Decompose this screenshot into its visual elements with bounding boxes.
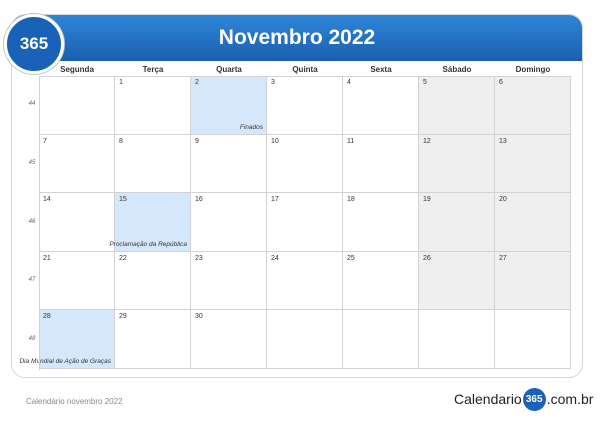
day-header-6: Domingo bbox=[515, 65, 551, 74]
day-number: 5 bbox=[423, 79, 427, 86]
day-cell-18[interactable]: 18 bbox=[343, 193, 419, 252]
empty-cell bbox=[39, 76, 115, 135]
day-number: 18 bbox=[347, 196, 355, 204]
day-number: 11 bbox=[347, 137, 355, 145]
day-cell-11[interactable]: 11 bbox=[343, 134, 419, 194]
day-cell-15[interactable]: 15 Proclamação da República bbox=[109, 193, 191, 252]
week-number: 47 bbox=[28, 277, 36, 284]
empty-cell bbox=[343, 310, 419, 369]
day-header-2: Quarta bbox=[216, 65, 242, 74]
day-number: 2 bbox=[195, 79, 199, 86]
day-number: 9 bbox=[195, 137, 199, 145]
day-cell-16[interactable]: 16 bbox=[191, 193, 267, 252]
day-number: 15 bbox=[119, 196, 127, 204]
day-header-5: Sábado bbox=[442, 65, 472, 74]
day-number: 30 bbox=[195, 313, 203, 321]
day-cell-8[interactable]: 8 bbox=[115, 134, 191, 194]
day-number: 25 bbox=[347, 254, 355, 262]
logo-text-pre: Calendario bbox=[454, 391, 522, 407]
grid-left-line bbox=[39, 76, 40, 370]
logo-text-post: .com.br bbox=[546, 391, 594, 407]
logo-circle: 365 bbox=[522, 387, 546, 411]
holiday-label: Proclamação da República bbox=[109, 240, 187, 248]
day-cell-5[interactable]: 5 bbox=[419, 76, 495, 135]
day-cell-7[interactable]: 7 bbox=[39, 134, 115, 194]
day-cell-25[interactable]: 25 bbox=[343, 251, 419, 311]
page-title: Novembro 2022 bbox=[218, 26, 376, 49]
week-number: 48 bbox=[28, 335, 36, 342]
day-cell-21[interactable]: 21 bbox=[39, 251, 115, 311]
week-number: 45 bbox=[28, 159, 36, 166]
day-cell-17[interactable]: 17 bbox=[267, 193, 343, 252]
day-cell-28[interactable]: 28 Dia Mundial de Ação de Graças bbox=[19, 310, 115, 369]
day-cell-22[interactable]: 22 bbox=[115, 251, 191, 311]
day-number: 17 bbox=[271, 196, 279, 204]
site-logo[interactable]: Calendario 365 .com.br bbox=[454, 387, 593, 411]
day-number: 21 bbox=[43, 254, 51, 262]
day-number: 26 bbox=[423, 254, 431, 262]
day-cell-29[interactable]: 29 bbox=[115, 310, 191, 369]
empty-cell bbox=[267, 310, 343, 369]
day-cell-24[interactable]: 24 bbox=[267, 251, 343, 311]
day-cell-10[interactable]: 10 bbox=[267, 134, 343, 194]
day-cell-13[interactable]: 13 bbox=[495, 134, 571, 194]
empty-cell bbox=[495, 310, 571, 369]
day-cell-2[interactable]: 2 Finados bbox=[191, 76, 267, 135]
week-number: 44 bbox=[28, 101, 36, 108]
day-cell-4[interactable]: 4 bbox=[343, 76, 419, 135]
day-cell-27[interactable]: 27 bbox=[495, 251, 571, 311]
day-number: 1 bbox=[119, 79, 123, 86]
day-number: 12 bbox=[423, 137, 431, 145]
holiday-label: Dia Mundial de Ação de Graças bbox=[19, 357, 111, 365]
day-number: 14 bbox=[43, 196, 51, 204]
day-number: 19 bbox=[423, 196, 431, 204]
day-cell-26[interactable]: 26 bbox=[419, 251, 495, 311]
day-number: 22 bbox=[119, 254, 127, 262]
day-header-4: Sexta bbox=[370, 65, 392, 74]
header-bar: Novembro 2022 bbox=[12, 15, 582, 61]
day-cell-9[interactable]: 9 bbox=[191, 134, 267, 194]
day-cell-14[interactable]: 14 bbox=[39, 193, 115, 252]
day-header-1: Terça bbox=[142, 65, 164, 74]
day-cell-30[interactable]: 30 bbox=[191, 310, 267, 369]
day-header-3: Quinta bbox=[292, 65, 318, 74]
day-cell-23[interactable]: 23 bbox=[191, 251, 267, 311]
day-number: 16 bbox=[195, 196, 203, 204]
footer-caption: Calendário novembro 2022 bbox=[26, 397, 123, 406]
day-number: 24 bbox=[271, 254, 279, 262]
day-number: 20 bbox=[499, 196, 507, 204]
day-number: 4 bbox=[347, 79, 351, 86]
holiday-label: Finados bbox=[239, 123, 263, 131]
day-cell-20[interactable]: 20 bbox=[495, 193, 571, 252]
day-number: 29 bbox=[119, 313, 127, 321]
badge-365: 365 bbox=[4, 14, 64, 74]
day-cell-6[interactable]: 6 bbox=[495, 76, 571, 135]
day-cell-12[interactable]: 12 bbox=[419, 134, 495, 194]
day-number: 6 bbox=[499, 79, 503, 86]
day-number: 3 bbox=[271, 79, 275, 86]
grid-top-line bbox=[39, 76, 571, 77]
day-number: 13 bbox=[499, 137, 507, 145]
day-number: 28 bbox=[43, 313, 51, 321]
day-cell-3[interactable]: 3 bbox=[267, 76, 343, 135]
day-number: 10 bbox=[271, 137, 279, 145]
empty-cell bbox=[419, 310, 495, 369]
day-number: 23 bbox=[195, 254, 203, 262]
day-number: 27 bbox=[499, 254, 507, 262]
day-number: 7 bbox=[43, 137, 47, 145]
day-cell-19[interactable]: 19 bbox=[419, 193, 495, 252]
day-cell-1[interactable]: 1 bbox=[115, 76, 191, 135]
day-number: 8 bbox=[119, 137, 123, 145]
week-number: 46 bbox=[28, 218, 36, 225]
